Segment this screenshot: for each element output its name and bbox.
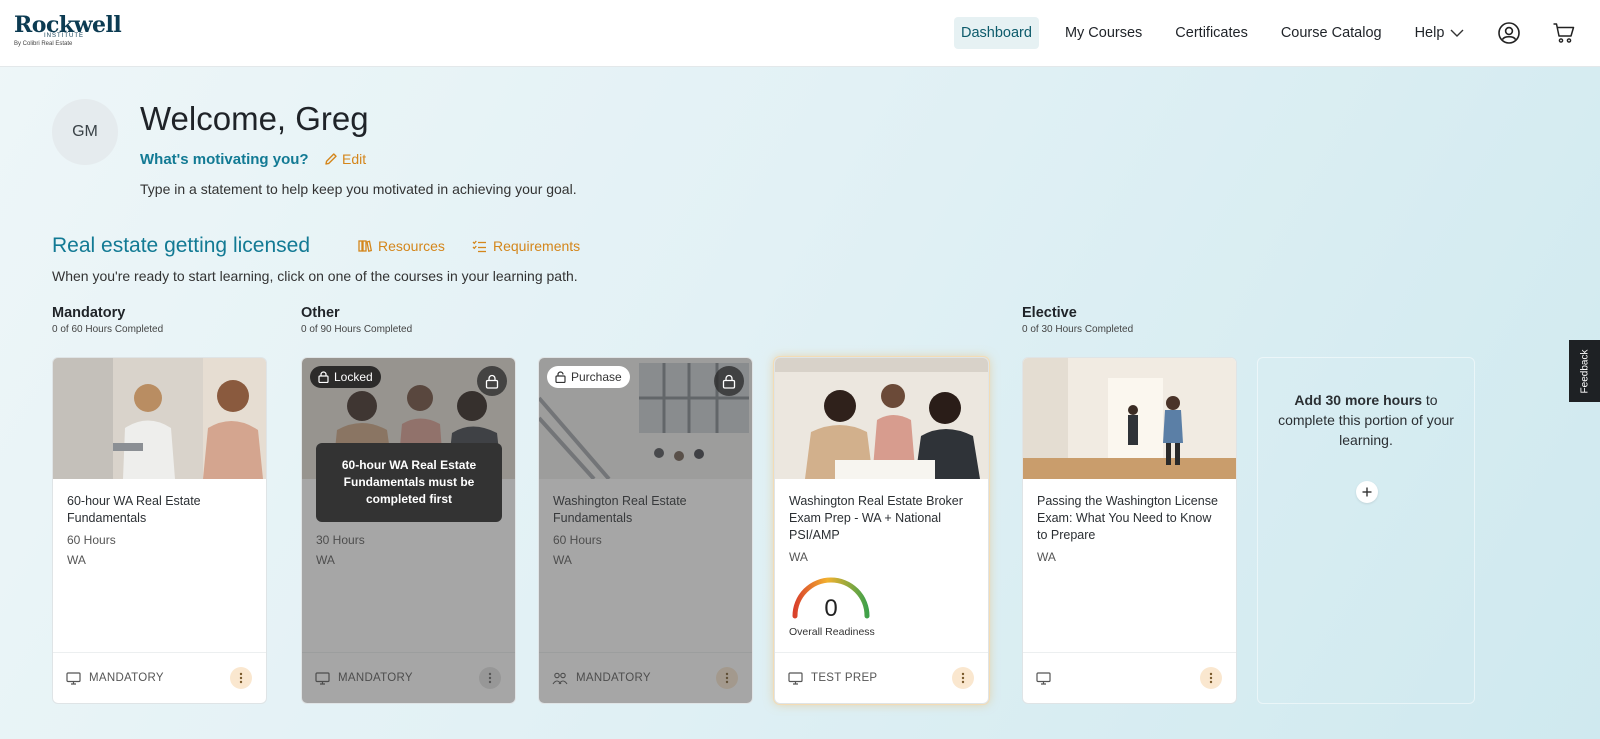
feedback-label: Feedback bbox=[1579, 349, 1591, 393]
group-icon bbox=[552, 672, 568, 684]
group-name: Elective bbox=[1022, 305, 1077, 321]
requirements-label: Requirements bbox=[493, 238, 581, 254]
course-title: 60-hour WA Real Estate Fundamentals bbox=[67, 494, 201, 525]
kebab-icon bbox=[488, 672, 492, 684]
locked-badge: Locked bbox=[310, 366, 381, 388]
motivation-statement: Type in a statement to help keep you mot… bbox=[140, 181, 577, 197]
monitor-icon bbox=[788, 671, 803, 685]
add-course-button[interactable] bbox=[1356, 481, 1378, 503]
kebab-icon bbox=[961, 672, 965, 684]
course-image bbox=[53, 358, 266, 479]
more-options-button[interactable] bbox=[230, 667, 252, 689]
more-options-button[interactable] bbox=[479, 667, 501, 689]
course-type: MANDATORY bbox=[338, 672, 413, 684]
course-state: WA bbox=[1037, 550, 1056, 564]
lock-icon bbox=[714, 366, 744, 396]
chevron-down-icon bbox=[1450, 29, 1464, 37]
add-hours-bold: Add 30 more hours bbox=[1294, 392, 1422, 408]
monitor-icon bbox=[315, 671, 330, 685]
group-mandatory: Mandatory 0 of 60 Hours Completed bbox=[52, 305, 163, 335]
add-elective-slot: Add 30 more hours to complete this porti… bbox=[1257, 357, 1475, 704]
logo-by-line: By Colibri Real Estate bbox=[14, 41, 73, 47]
group-name: Other bbox=[301, 305, 340, 321]
group-hours: 0 of 30 Hours Completed bbox=[1022, 324, 1134, 335]
purchase-label: Purchase bbox=[571, 370, 622, 384]
cart-icon[interactable] bbox=[1552, 21, 1576, 45]
kebab-icon bbox=[239, 672, 243, 684]
course-hours: 60 Hours bbox=[67, 533, 116, 547]
avatar: GM bbox=[52, 99, 118, 165]
add-hours-message: Add 30 more hours to complete this porti… bbox=[1258, 390, 1474, 450]
checklist-icon bbox=[472, 240, 486, 252]
learning-path-description: When you're ready to start learning, cli… bbox=[52, 268, 578, 284]
group-hours: 0 of 60 Hours Completed bbox=[52, 324, 164, 335]
requirements-link[interactable]: Requirements bbox=[472, 238, 580, 254]
kebab-icon bbox=[1209, 672, 1213, 684]
course-state: WA bbox=[316, 553, 335, 567]
purchase-badge: Purchase bbox=[547, 366, 630, 388]
resources-link[interactable]: Resources bbox=[358, 238, 445, 254]
group-other: Other 0 of 90 Hours Completed bbox=[301, 305, 412, 335]
card-body: Washington Real Estate Fundamentals 60 H… bbox=[553, 493, 738, 567]
course-state: WA bbox=[67, 553, 86, 567]
nav-help-label: Help bbox=[1414, 25, 1445, 41]
lock-icon bbox=[318, 371, 329, 383]
course-card[interactable]: 60-hour WA Real Estate Fundamentals 60 H… bbox=[52, 357, 267, 704]
feedback-tab[interactable]: Feedback bbox=[1569, 340, 1600, 402]
group-name: Mandatory bbox=[52, 305, 126, 321]
page-title: Welcome, Greg bbox=[140, 100, 369, 137]
readiness-label: Overall Readiness bbox=[789, 626, 875, 638]
card-body: Washington Real Estate Broker Exam Prep … bbox=[789, 493, 974, 564]
course-hours: 60 Hours bbox=[553, 533, 602, 547]
course-title: Washington Real Estate Broker Exam Prep … bbox=[789, 494, 963, 542]
course-title: Washington Real Estate Fundamentals bbox=[553, 494, 687, 525]
course-image bbox=[775, 358, 988, 479]
nav-help[interactable]: Help bbox=[1408, 17, 1472, 49]
group-hours: 0 of 90 Hours Completed bbox=[301, 324, 413, 335]
course-card-purchase[interactable]: Purchase Washington Real Estate Fundamen… bbox=[538, 357, 753, 704]
course-state: WA bbox=[789, 550, 808, 564]
pencil-icon bbox=[325, 153, 337, 165]
course-card-test-prep[interactable]: Washington Real Estate Broker Exam Prep … bbox=[774, 357, 989, 704]
more-options-button[interactable] bbox=[952, 667, 974, 689]
more-options-button[interactable] bbox=[1200, 667, 1222, 689]
course-state: WA bbox=[553, 553, 572, 567]
more-options-button[interactable] bbox=[716, 667, 738, 689]
course-type: MANDATORY bbox=[576, 672, 651, 684]
nav-dashboard[interactable]: Dashboard bbox=[954, 17, 1039, 49]
course-image bbox=[1023, 358, 1236, 479]
books-icon bbox=[358, 240, 372, 253]
edit-label: Edit bbox=[342, 151, 367, 167]
motivation-heading: What's motivating you? bbox=[140, 151, 309, 168]
learning-path-title: Real estate getting licensed bbox=[52, 234, 310, 257]
nav-certificates[interactable]: Certificates bbox=[1168, 17, 1255, 49]
plus-icon bbox=[1362, 487, 1372, 497]
unlock-icon bbox=[555, 371, 566, 383]
locked-label: Locked bbox=[334, 370, 373, 384]
rockwell-logo[interactable]: Rockwell INSTITUTE By Colibri Real Estat… bbox=[14, 14, 122, 47]
resources-label: Resources bbox=[378, 238, 445, 254]
course-hours: 30 Hours bbox=[316, 533, 365, 547]
nav-my-courses[interactable]: My Courses bbox=[1058, 17, 1149, 49]
course-title: Passing the Washington License Exam: Wha… bbox=[1037, 494, 1218, 542]
card-body: 60-hour WA Real Estate Fundamentals 60 H… bbox=[67, 493, 252, 567]
edit-motivation-button[interactable]: Edit bbox=[324, 151, 366, 167]
readiness-value: 0 bbox=[824, 595, 838, 622]
lock-icon bbox=[477, 366, 507, 396]
group-elective: Elective 0 of 30 Hours Completed bbox=[1022, 305, 1133, 335]
main-nav: Dashboard My Courses Certificates Course… bbox=[954, 17, 1490, 49]
card-body: Passing the Washington License Exam: Wha… bbox=[1037, 493, 1222, 564]
course-type: MANDATORY bbox=[89, 672, 164, 684]
user-icon[interactable] bbox=[1497, 21, 1521, 45]
course-card-elective[interactable]: Passing the Washington License Exam: Wha… bbox=[1022, 357, 1237, 704]
course-type: TEST PREP bbox=[811, 672, 878, 684]
locked-tooltip: 60-hour WA Real Estate Fundamentals must… bbox=[316, 443, 502, 522]
monitor-icon bbox=[1036, 671, 1051, 685]
kebab-icon bbox=[725, 672, 729, 684]
logo-subtitle: INSTITUTE bbox=[44, 33, 84, 39]
top-header: Rockwell INSTITUTE By Colibri Real Estat… bbox=[0, 0, 1600, 67]
course-card-locked[interactable]: Locked 30 Hours WA MANDATORY bbox=[301, 357, 516, 704]
nav-course-catalog[interactable]: Course Catalog bbox=[1274, 17, 1389, 49]
monitor-icon bbox=[66, 671, 81, 685]
